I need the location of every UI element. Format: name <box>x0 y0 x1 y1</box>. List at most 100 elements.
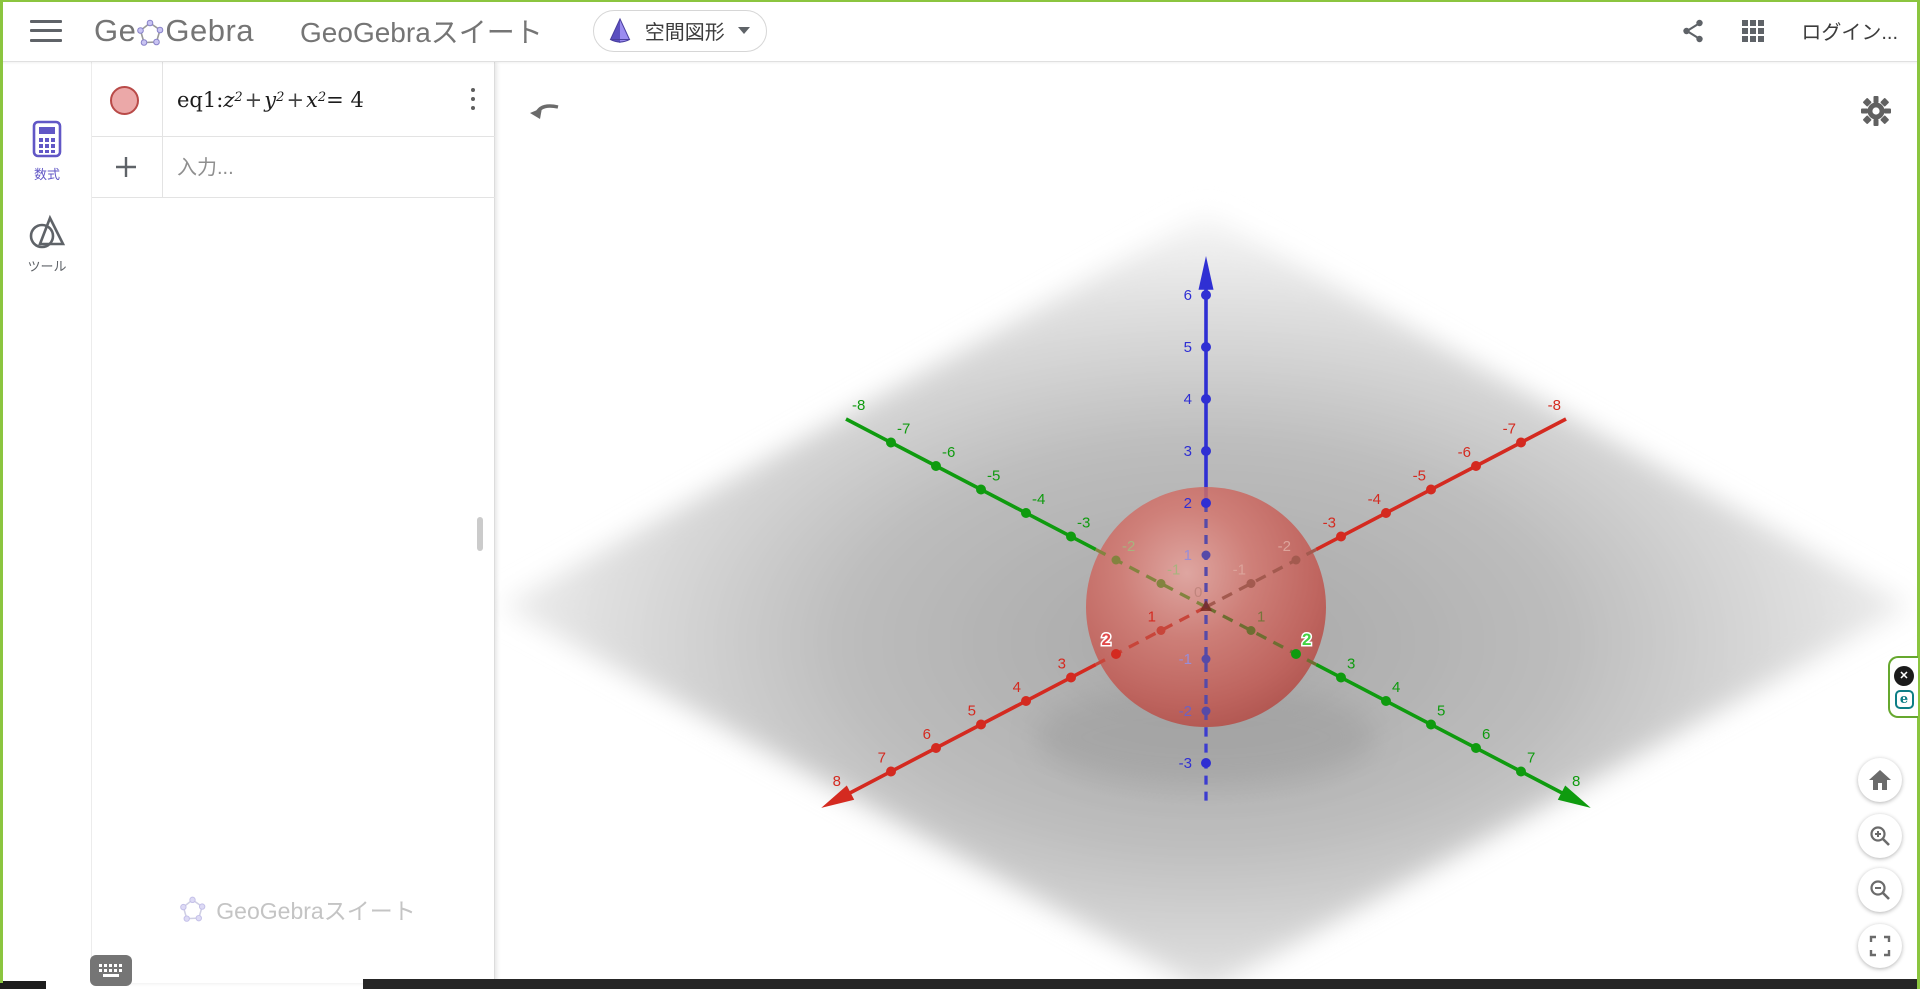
apps-grid-icon[interactable] <box>1741 19 1765 43</box>
y-axis-tick-label: 4 <box>1392 679 1400 696</box>
z-axis-tick-label: 5 <box>1184 339 1192 356</box>
x-axis-tick-label: -5 <box>1413 468 1426 485</box>
settings-gear-button[interactable] <box>1859 94 1895 130</box>
fullscreen-button[interactable] <box>1858 924 1902 968</box>
gear-icon <box>1859 94 1893 128</box>
y-axis-tick-dot <box>1471 743 1481 753</box>
y-axis-tick-label: -7 <box>897 421 910 438</box>
hamburger-menu-icon[interactable] <box>30 20 62 42</box>
logo-text-suffix: Gebra <box>165 13 254 49</box>
z-axis-tick-label: -3 <box>1179 755 1192 772</box>
algebra-input[interactable] <box>177 151 457 185</box>
undo-button[interactable] <box>527 94 565 126</box>
sidebar-item-tools[interactable]: ツール <box>3 214 91 275</box>
x-axis-tick-label: 4 <box>1013 679 1021 696</box>
extension-badge-icon[interactable]: e <box>1895 690 1914 709</box>
z-axis-tick-dot <box>1202 707 1211 716</box>
x-axis-tick-label: 7 <box>878 750 886 767</box>
zoom-in-button[interactable] <box>1858 814 1902 858</box>
z-axis-tick-label: 2 <box>1184 495 1192 512</box>
zoom-in-icon <box>1868 824 1892 848</box>
x-axis-tick-label: -6 <box>1458 444 1471 461</box>
z-axis-tick-dot <box>1201 290 1211 300</box>
extension-close-icon[interactable]: ✕ <box>1894 666 1914 686</box>
sidebar-item-label: 数式 <box>34 164 60 183</box>
y-axis-tick-label: -8 <box>852 397 865 414</box>
y-axis-tick-label: -4 <box>1032 491 1045 508</box>
x-axis-tick-dot <box>1157 626 1166 635</box>
screen-border-left <box>0 0 3 983</box>
x-axis-tick-label: 1 <box>1148 609 1156 626</box>
equation-text: eq1: z2 + y2 + x2 = 4 <box>177 62 364 137</box>
x-axis-tick-dot <box>931 743 941 753</box>
perspective-switcher[interactable]: 空間図形 <box>593 10 767 52</box>
x-axis-tick-dot <box>886 767 896 777</box>
algebra-panel: eq1: z2 + y2 + x2 = 4 GeoGebraスイート <box>92 62 495 983</box>
z-axis-tick-dot <box>1201 446 1211 456</box>
y-axis-tick-dot <box>886 438 896 448</box>
y-axis-tick-dot <box>1066 532 1076 542</box>
watermark: GeoGebraスイート <box>138 892 458 926</box>
x-axis-tick-dot <box>1381 508 1391 518</box>
y-axis-tick-dot <box>1021 508 1031 518</box>
keyboard-icon <box>97 962 125 980</box>
header-bar: Ge Gebra GeoGebraスイート 空間図形 <box>0 0 1920 62</box>
y-axis-tick-label: 3 <box>1347 656 1355 673</box>
z-axis-tick-dot <box>1202 655 1211 664</box>
y-axis-tick-label: 1 <box>1257 609 1265 626</box>
z-axis-tick-dot <box>1202 551 1211 560</box>
z-axis-tick-dot <box>1201 498 1211 508</box>
x-axis-tick-label: 2 <box>1102 630 1111 649</box>
perspective-label: 空間図形 <box>645 16 725 45</box>
z-axis-tick-label: 3 <box>1184 443 1192 460</box>
entry-menu-kebab-icon[interactable] <box>463 85 483 113</box>
sidebar-item-label: ツール <box>27 256 66 275</box>
z-axis-tick-label: 6 <box>1184 287 1192 304</box>
y-axis-tick-label: 8 <box>1572 773 1580 790</box>
x-axis-tick-label: -8 <box>1548 397 1561 414</box>
y-axis-tick-dot <box>1112 556 1121 565</box>
sidebar-item-algebra[interactable]: 数式 <box>3 120 91 183</box>
pentagon-watermark-icon <box>180 896 206 922</box>
x-axis-tick-label: -7 <box>1503 421 1516 438</box>
calculator-icon <box>31 120 63 158</box>
zoom-out-button[interactable] <box>1858 868 1902 912</box>
zoom-out-icon <box>1868 878 1892 902</box>
x-axis-tick-dot <box>1292 556 1301 565</box>
y-axis-tick-dot <box>1157 579 1166 588</box>
x-axis-tick-label: -3 <box>1323 515 1336 532</box>
algebra-entry-row[interactable]: eq1: z2 + y2 + x2 = 4 <box>92 62 495 137</box>
algebra-input-row <box>92 137 495 198</box>
tools-icon <box>28 214 66 250</box>
fullscreen-icon <box>1869 935 1891 957</box>
taskbar-strip-left <box>0 981 46 989</box>
left-rail: 数式 ツール <box>3 62 92 983</box>
3d-scene-canvas[interactable]: 0-8-7-6-5-4-3-2-112345678-8-7-6-5-4-3-2-… <box>495 62 1917 983</box>
x-axis-tick-dot <box>976 720 986 730</box>
undo-icon <box>527 94 565 126</box>
y-axis-tick-label: 5 <box>1437 703 1445 720</box>
x-axis-tick-dot <box>1247 579 1256 588</box>
x-axis-tick-dot <box>1426 485 1436 495</box>
x-axis-tick-label: -1 <box>1233 562 1246 579</box>
z-axis-tick-dot <box>1201 342 1211 352</box>
add-entry-button[interactable] <box>112 153 140 181</box>
x-axis-tick-label: -4 <box>1368 491 1381 508</box>
x-axis-tick-label: 8 <box>833 773 841 790</box>
panel-scrollbar-thumb[interactable] <box>477 517 483 551</box>
home-view-button[interactable] <box>1858 758 1902 802</box>
login-button[interactable]: ログイン... <box>1801 16 1898 45</box>
y-axis-tick-dot <box>976 485 986 495</box>
share-icon[interactable] <box>1681 18 1705 44</box>
y-axis-tick-dot <box>1516 767 1526 777</box>
graphics-3d-view[interactable]: 0-8-7-6-5-4-3-2-112345678-8-7-6-5-4-3-2-… <box>495 62 1917 983</box>
x-axis-tick-label: 6 <box>923 726 931 743</box>
virtual-keyboard-button[interactable] <box>90 955 132 986</box>
home-icon <box>1868 769 1892 791</box>
x-axis-tick-dot <box>1066 673 1076 683</box>
screen-border-top <box>0 0 1920 2</box>
visibility-marble[interactable] <box>110 86 139 115</box>
logo-text-prefix: Ge <box>94 13 136 49</box>
y-axis-tick-label: -5 <box>987 468 1000 485</box>
z-axis-tick-dot <box>1201 758 1211 768</box>
